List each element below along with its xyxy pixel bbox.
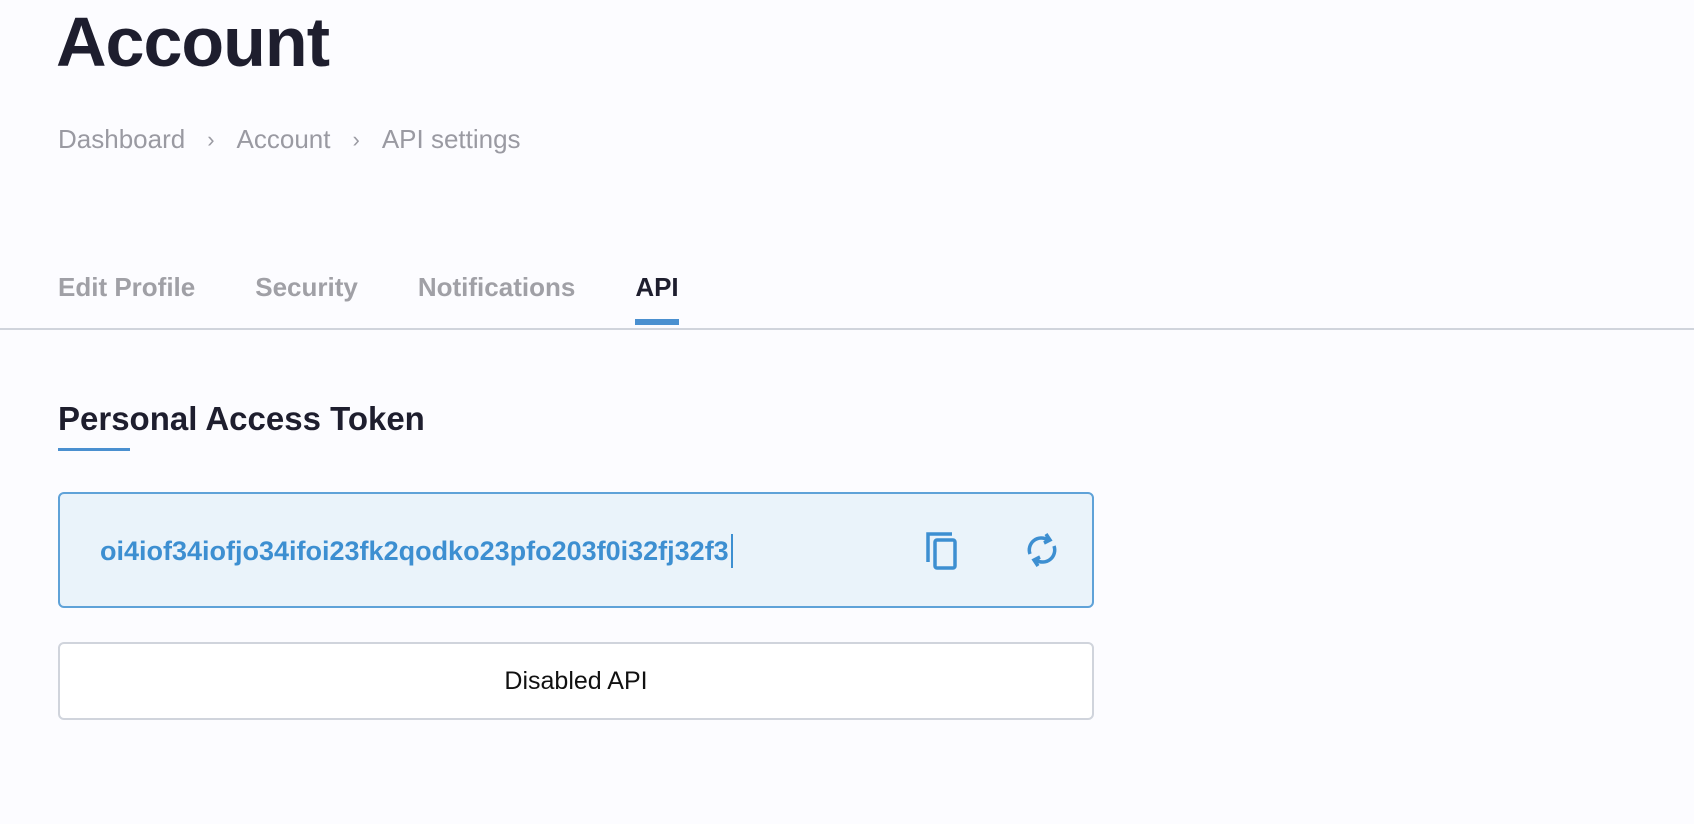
chevron-right-icon: › [352,126,360,152]
copy-icon[interactable] [922,528,966,572]
tab-api[interactable]: API [635,272,680,325]
heading-underline [58,448,130,451]
tab-edit-profile[interactable]: Edit Profile [58,272,195,325]
tab-security[interactable]: Security [255,272,358,325]
disable-api-button[interactable]: Disabled API [58,642,1094,720]
tab-notifications[interactable]: Notifications [418,272,575,325]
token-value[interactable]: oi4iof34iofjo34ifoi23fk2qodko23pfo203f0i… [100,534,733,568]
tab-bar: Edit Profile Security Notifications API [58,272,680,325]
token-field[interactable]: oi4iof34iofjo34ifoi23fk2qodko23pfo203f0i… [58,492,1094,608]
section-heading: Personal Access Token [58,400,425,437]
page-title: Account [56,3,330,81]
breadcrumb-account[interactable]: Account [237,124,331,155]
breadcrumb-api-settings: API settings [381,124,521,154]
refresh-icon[interactable] [1020,528,1064,572]
breadcrumb-dashboard[interactable]: Dashboard [58,124,185,155]
tab-divider [0,328,1694,330]
breadcrumb: Dashboard › Account › API settings [58,124,521,155]
chevron-right-icon: › [207,126,215,152]
